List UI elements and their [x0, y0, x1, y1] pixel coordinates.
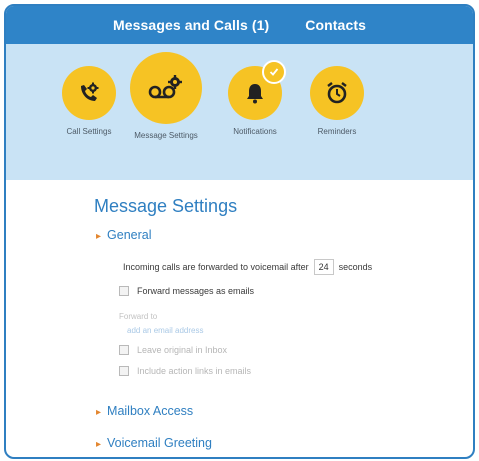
section-mailbox-access[interactable]: ▸ Mailbox Access	[96, 404, 193, 418]
call-settings-circle	[62, 66, 116, 120]
notifications-circle	[228, 60, 286, 120]
top-nav: Messages and Calls (1) Contacts	[6, 6, 473, 44]
call-settings-item[interactable]: Call Settings	[54, 66, 124, 137]
message-settings-label: Message Settings	[134, 131, 198, 140]
notifications-label: Notifications	[233, 127, 277, 136]
forward-to-label: Forward to	[119, 312, 158, 321]
seconds-input[interactable]	[313, 259, 334, 275]
message-settings-item[interactable]: Message Settings	[130, 52, 202, 141]
include-action-checkbox[interactable]	[119, 366, 129, 376]
leave-original-checkbox[interactable]	[119, 345, 129, 355]
section-general[interactable]: ▸ General	[96, 228, 152, 242]
voicemail-gear-icon	[148, 75, 182, 99]
forward-emails-checkbox[interactable]	[119, 286, 129, 296]
forward-delay-row: Incoming calls are forwarded to voicemai…	[123, 259, 372, 275]
forward-emails-label: Forward messages as emails	[137, 286, 255, 296]
tab-messages-and-calls[interactable]: Messages and Calls (1)	[113, 17, 269, 33]
chevron-icon: ▸	[96, 231, 102, 242]
phone-gear-icon	[81, 82, 99, 101]
chevron-icon: ▸	[96, 407, 102, 418]
section-greeting-label: Voicemail Greeting	[107, 436, 212, 450]
chevron-icon: ▸	[96, 439, 102, 450]
forward-emails-row[interactable]: Forward messages as emails	[119, 286, 254, 296]
app-window: Messages and Calls (1) Contacts Call Set…	[4, 4, 475, 459]
reminders-item[interactable]: Reminders	[302, 66, 372, 137]
bell-icon	[247, 84, 263, 104]
email-address-input[interactable]	[127, 324, 257, 336]
forward-delay-text: Incoming calls are forwarded to voicemai…	[123, 262, 309, 272]
alarm-clock-icon	[327, 82, 347, 104]
settings-icon-bar: Call Settings Message Settings Notificat…	[6, 44, 473, 180]
checkmark-badge-icon	[262, 60, 286, 84]
tab-contacts[interactable]: Contacts	[305, 17, 366, 33]
notifications-item[interactable]: Notifications	[220, 60, 290, 137]
include-action-row[interactable]: Include action links in emails	[119, 366, 251, 376]
leave-original-label: Leave original in Inbox	[137, 345, 228, 355]
message-settings-circle	[130, 52, 202, 124]
reminders-label: Reminders	[317, 127, 357, 136]
section-general-label: General	[107, 228, 152, 242]
section-mailbox-label: Mailbox Access	[107, 404, 194, 418]
page-title: Message Settings	[94, 196, 238, 216]
include-action-label: Include action links in emails	[137, 366, 252, 376]
settings-content: Message Settings ▸ General Incoming calls…	[6, 180, 473, 457]
leave-original-row[interactable]: Leave original in Inbox	[119, 345, 227, 355]
section-voicemail-greeting[interactable]: ▸ Voicemail Greeting	[96, 436, 212, 450]
reminders-circle	[310, 66, 364, 120]
call-settings-label: Call Settings	[66, 127, 112, 136]
seconds-unit: seconds	[338, 262, 373, 272]
